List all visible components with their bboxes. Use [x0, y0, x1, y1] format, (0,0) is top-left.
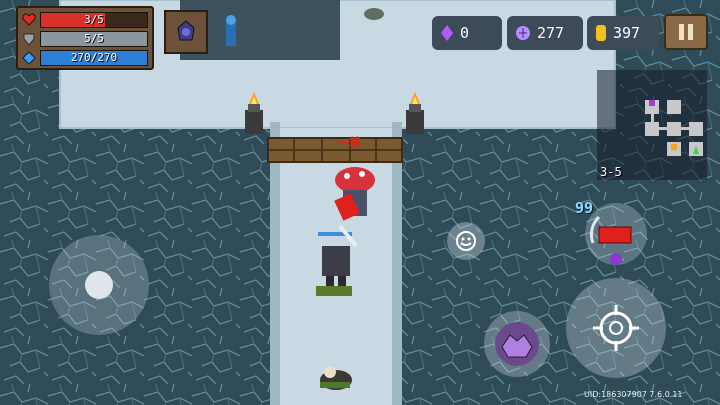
blue-statue: [226, 15, 236, 46]
skill-icon: [495, 322, 539, 366]
crate-barrier: [267, 137, 403, 163]
pause-button[interactable]: [664, 14, 708, 50]
crystal-counter: 0: [432, 16, 502, 50]
movement-joystick[interactable]: [49, 235, 149, 335]
emote-button[interactable]: [447, 222, 485, 260]
health-row: 3/5: [22, 11, 148, 29]
shield-icon: [23, 33, 35, 46]
gold-count: 397: [613, 24, 641, 42]
attack-button[interactable]: [566, 278, 666, 378]
heart-icon: [22, 13, 36, 26]
armor-row: 5/5: [22, 30, 148, 48]
energy-row: 270/270: [22, 49, 148, 67]
energy-bar: 270/270: [40, 50, 148, 66]
minimap[interactable]: [597, 70, 707, 180]
health-text: 3/5: [84, 13, 104, 26]
buff-slot[interactable]: [164, 10, 208, 54]
energy-diamond-icon: [22, 51, 36, 65]
skill-button[interactable]: [484, 311, 550, 377]
pause-icon: [679, 24, 693, 40]
minimap-rooms: [645, 100, 703, 156]
smiley-icon: [456, 231, 476, 251]
gem-icon: [516, 26, 530, 40]
ammo-count: 99: [575, 199, 594, 217]
armor-text: 5/5: [84, 32, 104, 45]
purple-crystal-icon: [441, 25, 453, 41]
energy-text: 270/270: [70, 51, 118, 64]
rock: [364, 8, 384, 20]
gem-counter: 277: [507, 16, 583, 50]
joystick-knob[interactable]: [85, 271, 113, 299]
floating-label: 一尊: [337, 136, 362, 150]
uid-label: UID:186307907 7.6.0.11: [584, 390, 683, 399]
armor-bar: 5/5: [40, 31, 148, 47]
level-label: 3-5: [600, 165, 622, 179]
gold-counter: 397: [587, 16, 659, 50]
gem-count: 277: [537, 24, 565, 42]
health-bar: 3/5: [40, 12, 148, 28]
red-gun-icon: [589, 215, 632, 265]
buff-icon: [177, 20, 195, 41]
gold-coin-icon: [596, 25, 606, 41]
weapon-swap-button[interactable]: [585, 203, 647, 265]
crystal-count: 0: [460, 24, 470, 42]
player-stats-panel: 3/5 5/5 270/270: [16, 6, 154, 70]
crosshair-icon: [593, 305, 639, 351]
